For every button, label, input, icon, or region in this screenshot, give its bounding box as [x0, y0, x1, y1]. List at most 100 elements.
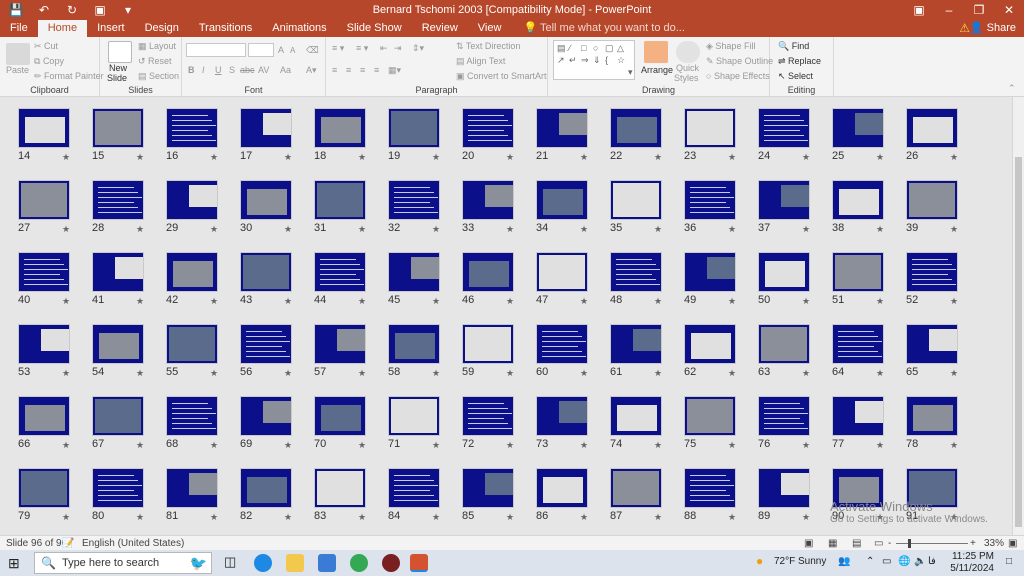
shape-down-arrow-icon[interactable]: ⇓: [593, 55, 601, 66]
slide-thumbnail[interactable]: [462, 468, 514, 508]
strikethrough-button[interactable]: abc: [240, 65, 255, 75]
slide-thumbnail[interactable]: [92, 396, 144, 436]
slide-transition-icon[interactable]: ★: [506, 224, 514, 235]
convert-smartart-button[interactable]: ▣ Convert to SmartArt: [456, 71, 547, 82]
new-slide-label-1[interactable]: New: [109, 63, 127, 73]
spelling-icon[interactable]: 📝: [62, 538, 74, 549]
shadow-button[interactable]: S: [229, 65, 235, 75]
slide-thumbnail[interactable]: [92, 108, 144, 148]
zoom-level[interactable]: 33%: [984, 538, 1004, 549]
powerpoint-taskbar-icon[interactable]: [410, 554, 428, 572]
undo-icon[interactable]: ↶: [36, 3, 52, 17]
slide-transition-icon[interactable]: ★: [506, 368, 514, 379]
language-status[interactable]: English (United States): [82, 538, 184, 549]
slide-transition-icon[interactable]: ★: [358, 512, 366, 523]
people-icon[interactable]: 👥: [838, 556, 850, 567]
underline-button[interactable]: U: [215, 65, 222, 75]
slide-transition-icon[interactable]: ★: [136, 224, 144, 235]
slide-thumbnail[interactable]: [536, 468, 588, 508]
slide-thumbnail[interactable]: [536, 396, 588, 436]
slide-transition-icon[interactable]: ★: [284, 152, 292, 163]
slide-transition-icon[interactable]: ★: [358, 152, 366, 163]
close-icon[interactable]: ✕: [994, 0, 1024, 20]
edge-icon[interactable]: [254, 554, 272, 572]
slide-transition-icon[interactable]: ★: [654, 368, 662, 379]
tell-me-input[interactable]: 💡 Tell me what you want to do...: [511, 20, 684, 37]
slide-transition-icon[interactable]: ★: [358, 224, 366, 235]
text-direction-button[interactable]: ⇅ Text Direction: [456, 41, 520, 52]
line-spacing-icon[interactable]: ⇕▾: [412, 43, 424, 54]
slide-thumbnail[interactable]: [832, 108, 884, 148]
font-name-input[interactable]: [186, 43, 246, 57]
numbering-icon[interactable]: ≡ ▾: [356, 43, 368, 54]
slide-thumbnail[interactable]: [906, 324, 958, 364]
slide-thumbnail[interactable]: [314, 468, 366, 508]
shape-rounded-rect-icon[interactable]: ▢: [605, 43, 614, 54]
minimize-icon[interactable]: –: [934, 0, 964, 20]
slide-transition-icon[interactable]: ★: [284, 512, 292, 523]
shape-line-icon[interactable]: ∕: [569, 43, 571, 53]
slide-transition-icon[interactable]: ★: [802, 224, 810, 235]
shape-effects-button[interactable]: ○ Shape Effects: [706, 71, 770, 81]
slide-transition-icon[interactable]: ★: [284, 296, 292, 307]
slide-transition-icon[interactable]: ★: [62, 224, 70, 235]
slide-sorter-view-icon[interactable]: ▦: [828, 538, 837, 549]
justify-icon[interactable]: ≡: [374, 65, 379, 75]
slide-transition-icon[interactable]: ★: [876, 152, 884, 163]
quick-styles-label-2[interactable]: Styles: [674, 73, 699, 83]
shape-triangle-icon[interactable]: △: [617, 43, 624, 54]
slide-transition-icon[interactable]: ★: [728, 512, 736, 523]
slide-thumbnail[interactable]: [314, 180, 366, 220]
weather-icon[interactable]: ●: [756, 554, 763, 568]
shape-connector-icon[interactable]: ↵: [569, 55, 577, 66]
shape-brace-icon[interactable]: {: [605, 55, 608, 65]
reading-view-icon[interactable]: ▤: [852, 538, 861, 549]
slide-transition-icon[interactable]: ★: [432, 224, 440, 235]
quick-styles-icon[interactable]: [676, 41, 700, 63]
select-button[interactable]: ↖ Select: [778, 71, 813, 82]
tab-file[interactable]: File: [0, 20, 38, 37]
slide-thumbnail[interactable]: [610, 180, 662, 220]
slide-transition-icon[interactable]: ★: [62, 368, 70, 379]
shapes-more-icon[interactable]: ▾: [628, 67, 633, 78]
character-spacing-button[interactable]: AV: [258, 65, 269, 75]
slide-transition-icon[interactable]: ★: [210, 440, 218, 451]
collapse-ribbon-icon[interactable]: ⌃: [1008, 83, 1016, 94]
slide-thumbnail[interactable]: [758, 108, 810, 148]
slide-transition-icon[interactable]: ★: [728, 368, 736, 379]
slide-transition-icon[interactable]: ★: [580, 152, 588, 163]
bold-button[interactable]: B: [188, 65, 195, 75]
slide-transition-icon[interactable]: ★: [358, 368, 366, 379]
slide-thumbnail[interactable]: [388, 396, 440, 436]
slide-transition-icon[interactable]: ★: [950, 296, 958, 307]
change-case-button[interactable]: Aa: [280, 65, 291, 75]
slide-transition-icon[interactable]: ★: [802, 512, 810, 523]
shape-outline-button[interactable]: ✎ Shape Outline: [706, 56, 773, 67]
slide-transition-icon[interactable]: ★: [654, 152, 662, 163]
reset-button[interactable]: ↺ Reset: [138, 56, 172, 67]
slide-transition-icon[interactable]: ★: [580, 512, 588, 523]
slide-thumbnail[interactable]: [906, 396, 958, 436]
clock[interactable]: 11:25 PM 5/11/2024: [950, 551, 994, 575]
slide-transition-icon[interactable]: ★: [62, 512, 70, 523]
grow-font-icon[interactable]: A: [278, 45, 284, 55]
tab-animations[interactable]: Animations: [262, 20, 336, 37]
section-button[interactable]: ▤ Section: [138, 71, 179, 82]
slide-thumbnail[interactable]: [684, 396, 736, 436]
zoom-in-button[interactable]: +: [970, 538, 976, 549]
slide-thumbnail[interactable]: [536, 324, 588, 364]
slide-thumbnail[interactable]: [462, 108, 514, 148]
slide-thumbnail[interactable]: [536, 252, 588, 292]
align-right-icon[interactable]: ≡: [360, 65, 365, 75]
slide-transition-icon[interactable]: ★: [802, 296, 810, 307]
align-left-icon[interactable]: ≡: [332, 65, 337, 75]
slide-transition-icon[interactable]: ★: [802, 152, 810, 163]
slide-thumbnail[interactable]: [92, 324, 144, 364]
slide-transition-icon[interactable]: ★: [728, 296, 736, 307]
slide-thumbnail[interactable]: [388, 108, 440, 148]
font-size-input[interactable]: [248, 43, 274, 57]
save-icon[interactable]: 💾: [8, 3, 24, 17]
slide-thumbnail[interactable]: [388, 180, 440, 220]
slide-thumbnail[interactable]: [240, 468, 292, 508]
slide-transition-icon[interactable]: ★: [62, 152, 70, 163]
